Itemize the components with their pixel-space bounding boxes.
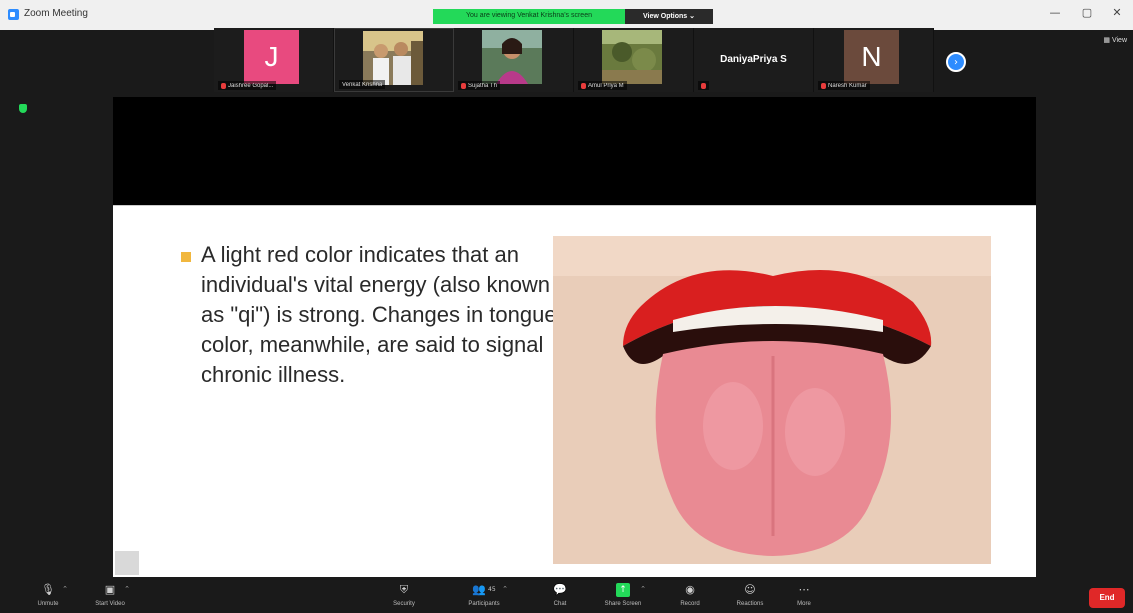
start-video-button[interactable]: ▣ ⌃ Start Video	[82, 580, 138, 613]
zoom-meeting-window: Zoom Meeting You are viewing Venkat Kris…	[0, 0, 1133, 613]
tongue-photo	[553, 236, 991, 564]
share-screen-label: Share Screen	[604, 601, 642, 607]
more-dots-icon: ⋯	[798, 583, 810, 596]
share-screen-icon: ↑	[616, 583, 630, 597]
participant-count: 45	[488, 586, 496, 593]
muted-mic-icon	[461, 82, 466, 89]
record-button[interactable]: ◉ Record	[662, 580, 718, 613]
screen-share-banner: You are viewing Venkat Krishna's screen …	[433, 9, 713, 24]
security-shield-icon[interactable]	[19, 104, 27, 113]
participant-name: Amul Priya M	[588, 82, 624, 89]
more-label: More	[797, 601, 811, 607]
participant-name-tag	[698, 81, 709, 90]
avatar: J	[244, 30, 299, 84]
participant-tile[interactable]: DaniyaPriya S	[694, 28, 814, 92]
unmute-button[interactable]: 🎙 ⌃ Unmute	[20, 580, 76, 613]
security-label: Security	[393, 601, 415, 607]
participant-name: Venkat Krishna	[342, 81, 383, 88]
participant-tile[interactable]: J Jaishree Gopal...	[214, 28, 334, 92]
security-button[interactable]: ⛨ Security	[376, 580, 432, 613]
participant-name-tag: Naresh Kumar	[818, 81, 870, 90]
participants-options-caret[interactable]: ⌃	[502, 585, 508, 593]
video-options-caret[interactable]: ⌃	[124, 585, 130, 593]
muted-microphone-icon: 🎙	[41, 583, 55, 596]
record-icon: ◉	[685, 583, 695, 596]
participant-name-tag: Venkat Krishna	[339, 80, 386, 89]
muted-mic-icon	[701, 82, 706, 89]
record-label: Record	[680, 601, 700, 607]
muted-mic-icon	[821, 82, 826, 89]
meeting-toolbar: 🎙 ⌃ Unmute ▣ ⌃ Start Video ⛨ Security 👥 4…	[0, 580, 1133, 613]
title-bar: Zoom Meeting You are viewing Venkat Kris…	[0, 0, 1133, 30]
share-options-caret[interactable]: ⌃	[640, 585, 646, 593]
video-off-icon: ▣	[104, 583, 116, 596]
muted-mic-icon	[581, 82, 586, 89]
shared-screen: A light red color indicates that an indi…	[113, 97, 1036, 577]
participant-video-photo	[363, 31, 423, 85]
audio-options-caret[interactable]: ⌃	[62, 585, 68, 593]
participant-tile[interactable]: Sujatha Th	[454, 28, 574, 92]
presentation-slide: A light red color indicates that an indi…	[113, 205, 1036, 577]
end-meeting-button[interactable]: End	[1089, 588, 1125, 608]
reactions-label: Reactions	[736, 601, 764, 607]
participant-video-photo	[482, 30, 542, 84]
zoom-app-icon	[8, 9, 19, 20]
participant-tile[interactable]: N Naresh Kumar	[814, 28, 934, 92]
participant-display-name: DaniyaPriya S	[720, 54, 787, 65]
participant-name: Naresh Kumar	[828, 82, 867, 89]
next-participants-button[interactable]: ›	[946, 52, 966, 72]
muted-mic-icon	[221, 82, 226, 89]
participant-name: Jaishree Gopal...	[228, 82, 274, 89]
participant-name: Sujatha Th	[468, 82, 497, 89]
slide-text: A light red color indicates that an indi…	[201, 242, 557, 387]
close-button[interactable]: ✕	[1102, 6, 1132, 19]
start-video-label: Start Video	[95, 601, 125, 607]
chat-label: Chat	[553, 601, 567, 607]
participant-name-tag: Jaishree Gopal...	[218, 81, 277, 90]
avatar: N	[844, 30, 899, 84]
unmute-label: Unmute	[37, 601, 59, 607]
minimize-button[interactable]: —	[1040, 6, 1070, 19]
reactions-button[interactable]: ☺ Reactions	[722, 580, 778, 613]
reactions-icon: ☺	[744, 583, 756, 596]
participants-button[interactable]: 👥 45 ⌃ Participants	[452, 580, 516, 613]
view-options-button[interactable]: View Options ⌄	[625, 9, 713, 24]
participant-tile[interactable]: Venkat Krishna	[334, 28, 454, 92]
participant-name-tag: Sujatha Th	[458, 81, 500, 90]
participant-video-photo	[602, 30, 662, 84]
share-screen-button[interactable]: ↑ ⌃ Share Screen	[592, 580, 654, 613]
viewing-screen-message: You are viewing Venkat Krishna's screen	[433, 9, 625, 24]
window-title: Zoom Meeting	[24, 8, 88, 19]
chat-button[interactable]: 💬 Chat	[532, 580, 588, 613]
participants-icon: 👥 45	[472, 583, 496, 596]
maximize-button[interactable]: ▢	[1072, 6, 1102, 19]
bullet-marker	[181, 252, 191, 262]
slide-corner-thumbnail	[115, 551, 139, 575]
more-button[interactable]: ⋯ More	[776, 580, 832, 613]
shield-icon: ⛨	[399, 583, 409, 596]
participant-name-tag: Amul Priya M	[578, 81, 627, 90]
participant-tile[interactable]: Amul Priya M	[574, 28, 694, 92]
participant-strip: J Jaishree Gopal... Venkat Krishna Sujat…	[214, 28, 934, 92]
participants-label: Participants	[468, 601, 500, 607]
view-layout-button[interactable]: ▦ View	[1103, 36, 1127, 44]
chat-icon: 💬	[553, 583, 567, 596]
